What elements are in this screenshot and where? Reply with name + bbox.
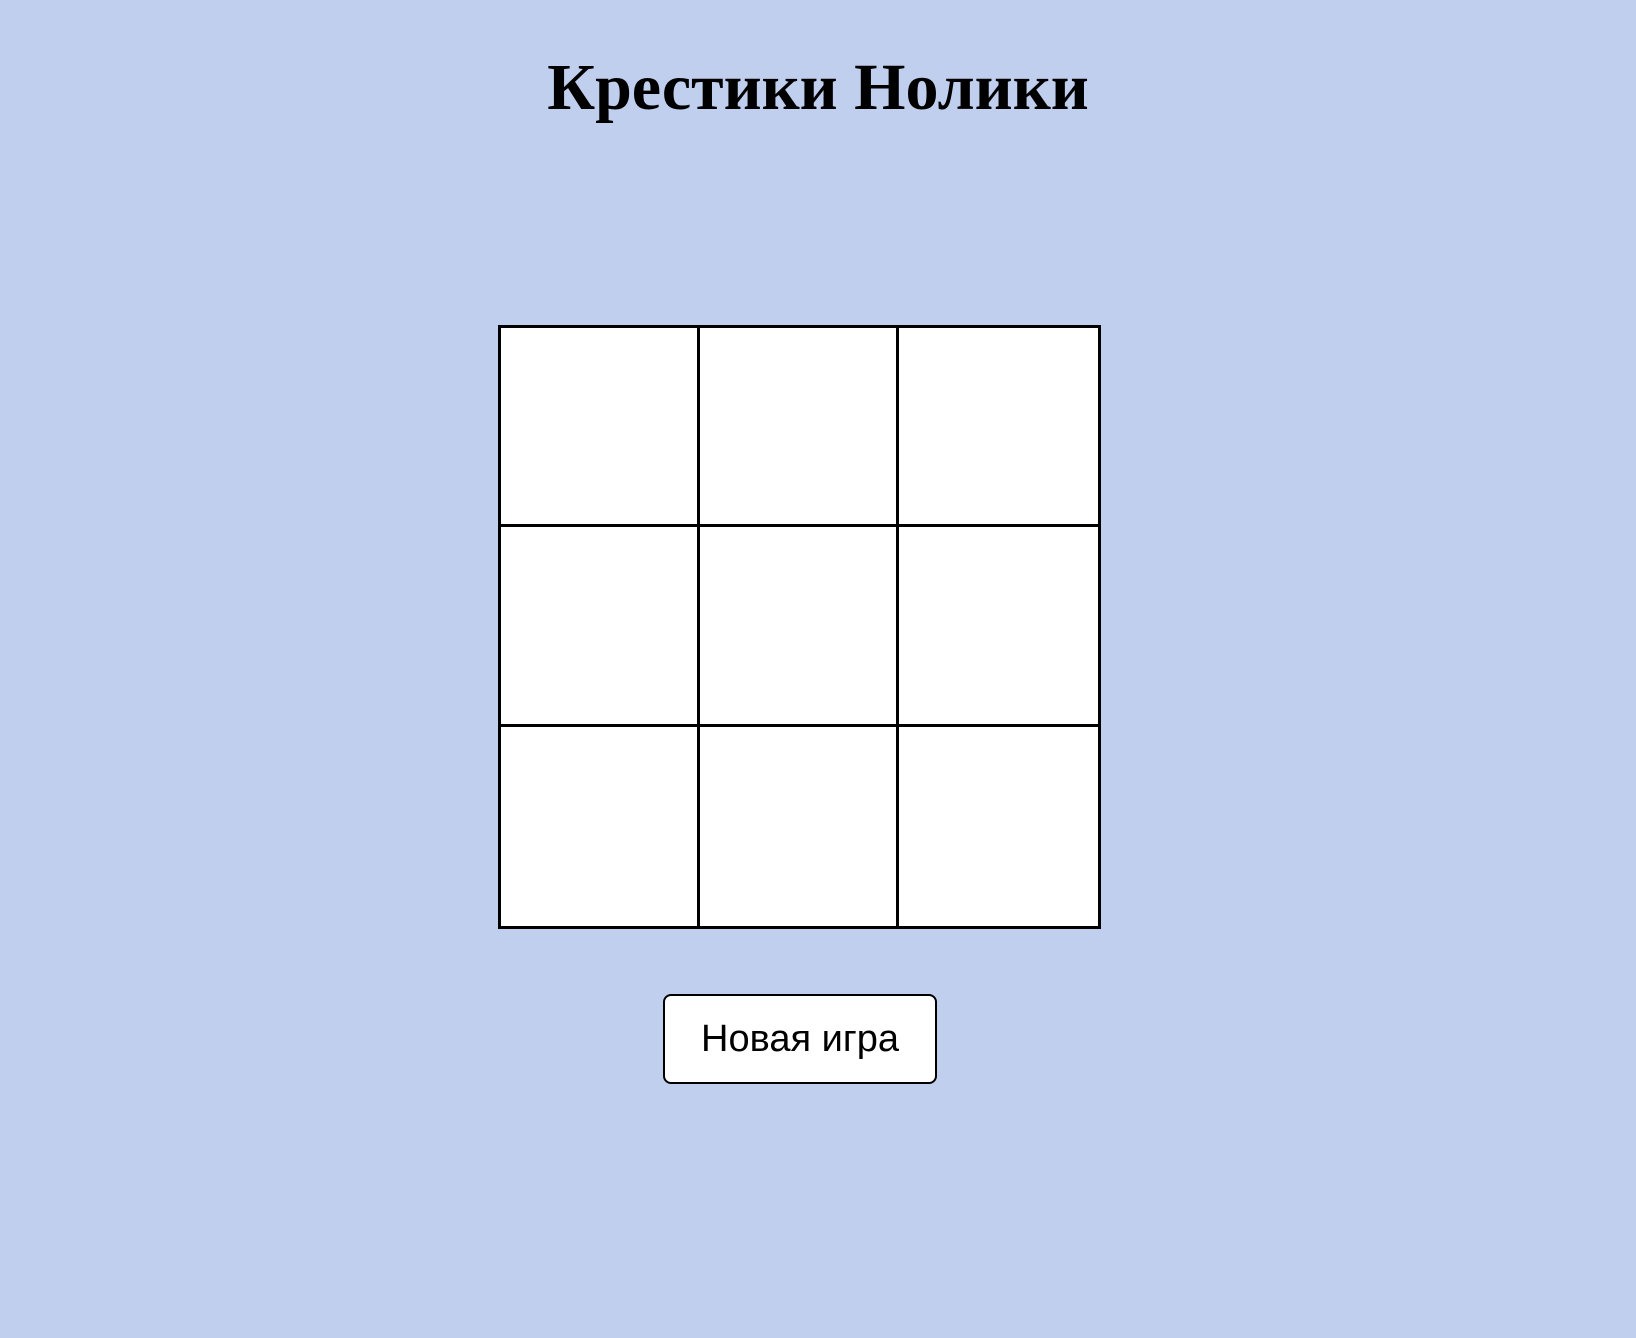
game-board xyxy=(498,325,1101,929)
board-cell-9[interactable] xyxy=(899,726,1098,926)
board-cell-1[interactable] xyxy=(501,328,700,528)
board-cell-7[interactable] xyxy=(501,726,700,926)
board-cell-4[interactable] xyxy=(501,527,700,727)
board-cell-6[interactable] xyxy=(899,527,1098,727)
new-game-button[interactable]: Новая игра xyxy=(663,994,937,1084)
board-cell-3[interactable] xyxy=(899,328,1098,528)
board-cell-2[interactable] xyxy=(700,328,899,528)
page-title: Крестики Нолики xyxy=(547,51,1089,124)
board-cell-8[interactable] xyxy=(700,726,899,926)
board-cell-5[interactable] xyxy=(700,527,899,727)
